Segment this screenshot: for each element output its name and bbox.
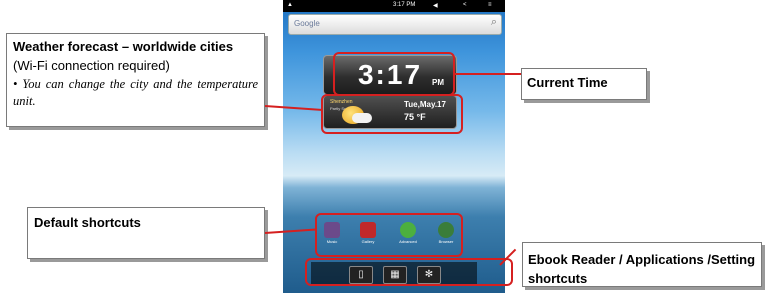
callout-time: Current Time (521, 68, 647, 100)
search-icon: ⌕ (490, 16, 497, 28)
search-placeholder: Google (294, 19, 320, 28)
callout-weather-title: Weather forecast – worldwide cities (Wi-… (13, 37, 258, 75)
status-time: 3:17 PM (393, 2, 416, 8)
callout-weather-title-bold: Weather forecast – worldwide cities (13, 39, 234, 54)
callout-weather: Weather forecast – worldwide cities (Wi-… (6, 33, 265, 127)
shortcuts-highlight (315, 213, 463, 257)
clock-highlight (333, 52, 455, 96)
weather-highlight (321, 94, 463, 134)
menu-icon: ≡ (488, 2, 492, 8)
volume-icon: ◀ (433, 3, 438, 9)
dock-highlight (305, 258, 513, 286)
search-bar[interactable]: Google ⌕ (288, 14, 502, 35)
callout-shortcuts: Default shortcuts (27, 207, 265, 259)
callout-weather-title-rest: (Wi-Fi connection required) (13, 58, 170, 73)
leader-line-time (455, 73, 521, 75)
callout-ebook: Ebook Reader / Applications /Setting sho… (522, 242, 762, 287)
back-icon: < (463, 2, 467, 8)
callout-weather-note: • You can change the city and the temper… (13, 77, 258, 108)
status-bar: ▲ 3:17 PM ◀ < ≡ (283, 0, 505, 12)
home-icon: ▲ (287, 2, 293, 8)
